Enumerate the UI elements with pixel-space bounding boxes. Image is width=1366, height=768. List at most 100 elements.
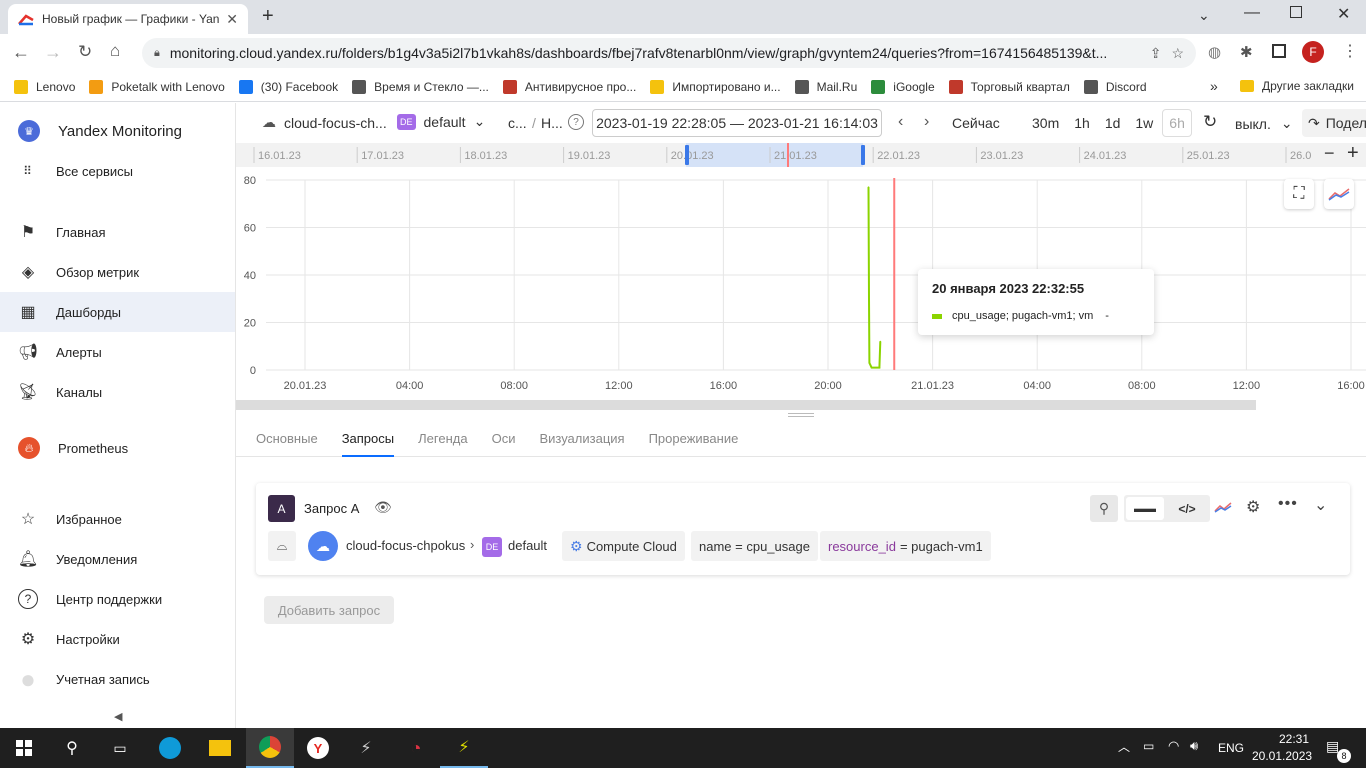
clock-time[interactable]: 22:31 bbox=[1267, 732, 1321, 746]
fullscreen-icon[interactable]: ⛶ bbox=[1284, 179, 1314, 209]
code-mode-icon[interactable]: </> bbox=[1168, 497, 1206, 520]
edge-icon[interactable] bbox=[146, 728, 194, 768]
sidebar-item-gear[interactable]: ⚙︎ Настройки bbox=[0, 619, 235, 659]
bookmark-item[interactable]: iGoogle bbox=[871, 79, 935, 94]
settings-tab[interactable]: Оси bbox=[492, 423, 516, 457]
bookmark-item[interactable]: Антивирусное про... bbox=[502, 79, 636, 94]
back-icon[interactable]: ← bbox=[12, 42, 30, 63]
reload-icon[interactable]: ↻ bbox=[78, 42, 92, 62]
translate-icon[interactable]: ◍ bbox=[1208, 43, 1221, 61]
prev-range-icon[interactable]: ‹ bbox=[898, 113, 903, 131]
maximize-button[interactable] bbox=[1290, 6, 1302, 18]
volume-icon[interactable]: 🔊︎ bbox=[1190, 738, 1198, 754]
chart-type-icon[interactable] bbox=[1324, 179, 1354, 209]
browser-tab[interactable]: Новый график — Графики - Yan ✕ bbox=[8, 4, 248, 34]
range-button-30m[interactable]: 30m bbox=[1026, 109, 1065, 137]
chrome-icon[interactable] bbox=[246, 728, 294, 768]
yandex-browser-icon[interactable]: Y bbox=[294, 728, 342, 768]
network-tool-icon[interactable]: ⚡︎ bbox=[342, 728, 390, 768]
resize-handle[interactable] bbox=[788, 413, 814, 417]
eye-icon[interactable]: 👁︎ bbox=[374, 499, 392, 516]
query-search-button[interactable]: ⚲ bbox=[1090, 495, 1118, 522]
file-explorer-icon[interactable] bbox=[196, 728, 244, 768]
query-folder[interactable]: default bbox=[508, 538, 547, 553]
share-page-icon[interactable]: ⇪ bbox=[1150, 45, 1162, 62]
search-icon[interactable]: ⚲ bbox=[48, 728, 96, 768]
address-bar[interactable]: 🔒︎ monitoring.cloud.yandex.ru/folders/b1… bbox=[142, 38, 1196, 68]
sidebar-item-compass[interactable]: ◈ Обзор метрик bbox=[0, 252, 235, 292]
minimize-button[interactable]: — bbox=[1244, 4, 1260, 22]
bookmark-star-icon[interactable]: ☆ bbox=[1171, 45, 1184, 62]
zoom-out-icon[interactable]: − bbox=[1324, 143, 1335, 164]
cloud-selector[interactable]: ☁︎ cloud-focus-ch... bbox=[262, 114, 387, 131]
folder-selector[interactable]: DE default ⌄ bbox=[397, 113, 485, 130]
extensions-icon[interactable]: ✱ bbox=[1240, 43, 1253, 61]
bookmark-item[interactable]: Торговый квартал bbox=[948, 79, 1070, 94]
other-bookmarks-folder[interactable]: Другие закладки bbox=[1240, 79, 1354, 93]
bookmark-item[interactable]: Poketalk with Lenovo bbox=[89, 79, 225, 94]
close-tab-icon[interactable]: ✕ bbox=[226, 11, 238, 28]
chart-area[interactable]: 0 20 40 60 80 20.01.23 04:00 08:00 12:00 16:00 20:… bbox=[236, 169, 1366, 405]
zoom-in-icon[interactable]: + bbox=[1347, 142, 1359, 165]
sidebar-item-help[interactable]: ? Центр поддержки bbox=[0, 579, 235, 619]
range-button-6h[interactable]: 6h bbox=[1162, 109, 1192, 137]
home-icon[interactable]: ⌂ bbox=[110, 41, 120, 61]
query-collapse-icon[interactable]: ⌄ bbox=[1314, 495, 1327, 515]
range-button-1h[interactable]: 1h bbox=[1068, 109, 1096, 137]
more-bookmarks-button[interactable]: » bbox=[1210, 78, 1218, 94]
sidebar-item-flag[interactable]: ⚑ Главная bbox=[0, 212, 235, 252]
settings-tab[interactable]: Основные bbox=[256, 423, 318, 457]
refresh-icon[interactable]: ↻ bbox=[1203, 112, 1217, 132]
bookmark-item[interactable]: Время и Стекло —... bbox=[352, 79, 489, 94]
settings-tab[interactable]: Прореживание bbox=[649, 423, 739, 457]
query-chart-icon[interactable] bbox=[1214, 501, 1232, 516]
tab-search-icon[interactable]: ⌄ bbox=[1198, 7, 1210, 24]
profile-avatar[interactable]: F bbox=[1302, 41, 1324, 63]
breadcrumb-2[interactable]: Н... bbox=[541, 115, 563, 131]
help-icon[interactable]: ? bbox=[568, 114, 584, 130]
range-button-1d[interactable]: 1d bbox=[1099, 109, 1127, 137]
settings-tab[interactable]: Запросы bbox=[341, 423, 395, 457]
language-indicator[interactable]: ENG bbox=[1218, 741, 1244, 755]
new-tab-button[interactable]: + bbox=[262, 5, 274, 28]
query-title[interactable]: Запрос A bbox=[304, 501, 359, 516]
auto-refresh-select[interactable]: выкл. ⌄ bbox=[1235, 115, 1293, 132]
bookmark-item[interactable]: Discord bbox=[1083, 79, 1147, 94]
query-settings-icon[interactable]: ⚙︎ bbox=[1246, 497, 1260, 517]
bookmark-item[interactable]: Импортировано и... bbox=[650, 79, 781, 94]
sidebar-item-prometheus[interactable]: 🔥︎ Prometheus bbox=[0, 428, 235, 468]
task-view-icon[interactable]: ▭ bbox=[96, 728, 144, 768]
bookmark-item[interactable]: (30) Facebook bbox=[238, 79, 338, 94]
wifi-icon[interactable]: ◠ bbox=[1168, 738, 1179, 754]
bookmark-item[interactable]: Mail.Ru bbox=[794, 79, 857, 94]
close-window-button[interactable]: ✕ bbox=[1337, 4, 1350, 24]
next-range-icon[interactable]: › bbox=[924, 113, 929, 131]
clock-date[interactable]: 20.01.2023 bbox=[1252, 749, 1312, 763]
resource-filter[interactable]: resource_id = pugach-vm1 bbox=[820, 531, 991, 561]
bookmark-item[interactable]: Lenovo bbox=[14, 79, 75, 94]
sidebar-item-bell[interactable]: 🔔︎ Уведомления bbox=[0, 539, 235, 579]
chart-scrollbar[interactable] bbox=[236, 400, 1256, 410]
sidebar-item-avatar[interactable]: ● Учетная запись bbox=[0, 659, 235, 699]
settings-tab[interactable]: Визуализация bbox=[539, 423, 624, 457]
sidebar-item-grid[interactable]: ▦ Дашборды bbox=[0, 292, 235, 332]
network-tool-2-icon[interactable]: ⚡︎ bbox=[440, 728, 488, 768]
collapse-sidebar-icon[interactable]: ◀ bbox=[114, 710, 122, 723]
name-filter[interactable]: name = cpu_usage bbox=[691, 531, 818, 561]
share-button[interactable]: ↷ Подели bbox=[1302, 109, 1366, 137]
add-query-button[interactable]: Добавить запрос bbox=[264, 596, 394, 624]
breadcrumb-1[interactable]: с... bbox=[508, 115, 527, 131]
windows-start-icon[interactable] bbox=[0, 728, 48, 768]
query-more-icon[interactable]: ••• bbox=[1278, 495, 1298, 513]
time-range-input[interactable]: 2023-01-19 22:28:05 — 2023-01-21 16:14:0… bbox=[592, 109, 882, 137]
service-filter[interactable]: ⚙︎ Compute Cloud bbox=[562, 531, 685, 561]
query-cloud[interactable]: cloud-focus-chpokus bbox=[346, 538, 465, 553]
timeline-navigator[interactable]: 16.01.23 17.01.23 18.01.23 19.01.23 20.01.23… bbox=[236, 142, 1366, 167]
sidebar-item-satellite[interactable]: 📡︎ Каналы bbox=[0, 372, 235, 412]
browser-menu-icon[interactable]: ⋮ bbox=[1342, 41, 1358, 61]
all-services[interactable]: ⠿ Все сервисы bbox=[0, 151, 235, 191]
settings-tab[interactable]: Легенда bbox=[418, 423, 467, 457]
sidebar-item-megaphone[interactable]: 📢︎ Алерты bbox=[0, 332, 235, 372]
query-function-button[interactable]: ⌓ bbox=[268, 531, 296, 561]
range-button-1w[interactable]: 1w bbox=[1129, 109, 1159, 137]
